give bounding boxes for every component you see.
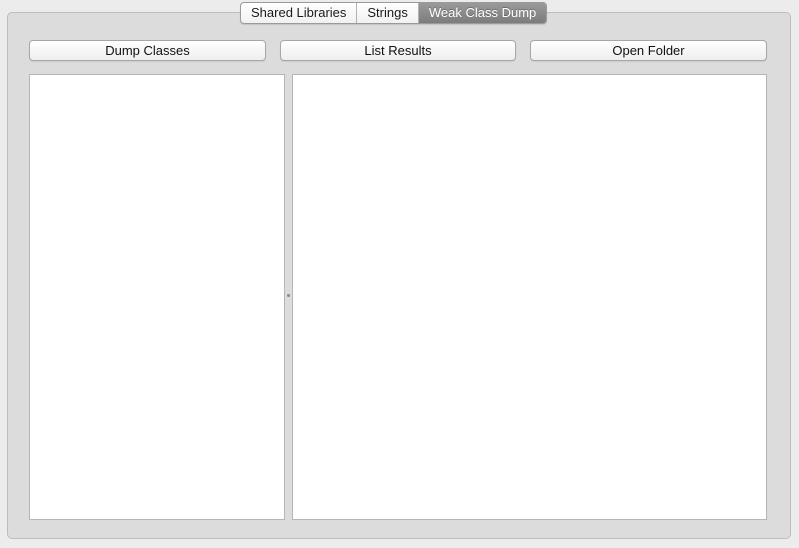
splitter-grip-icon <box>287 294 290 297</box>
pane-splitter[interactable] <box>285 74 292 520</box>
tab-bar: Shared Libraries Strings Weak Class Dump <box>240 2 548 24</box>
tab-weak-class-dump[interactable]: Weak Class Dump <box>418 3 547 23</box>
results-pane[interactable] <box>292 74 767 520</box>
open-folder-button[interactable]: Open Folder <box>530 40 767 61</box>
list-results-button[interactable]: List Results <box>280 40 516 61</box>
tab-shared-libraries[interactable]: Shared Libraries <box>241 3 358 23</box>
dump-classes-button[interactable]: Dump Classes <box>29 40 266 61</box>
class-list-pane[interactable] <box>29 74 285 520</box>
tab-strings[interactable]: Strings <box>357 3 419 23</box>
